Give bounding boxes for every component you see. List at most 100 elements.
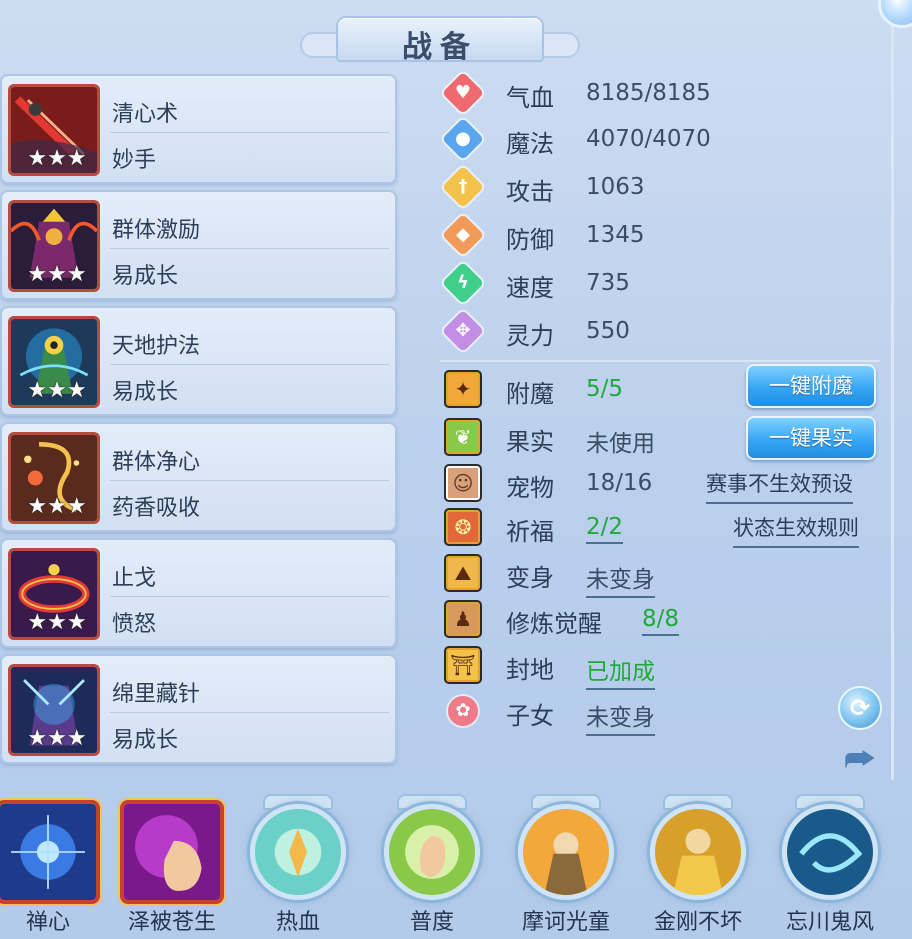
- section-divider: [440, 360, 880, 362]
- cultivation-glyph: ♟: [454, 607, 472, 631]
- star-rating: ★★★: [27, 377, 87, 403]
- stat-label: 祈福: [506, 518, 554, 546]
- stat-value[interactable]: 已加成: [586, 652, 655, 690]
- page-title: 战备: [402, 30, 478, 65]
- skill-card[interactable]: ★★★ 天地护法 易成长: [0, 306, 397, 416]
- stat-value: 1345: [586, 222, 645, 248]
- monk-light-icon: [518, 804, 614, 900]
- star-rating: ★★★: [27, 725, 87, 751]
- bottom-skill-slot[interactable]: [380, 794, 484, 904]
- bottom-skill-slot[interactable]: [778, 794, 882, 904]
- stat-value: 550: [586, 318, 630, 344]
- bottom-skill-slot[interactable]: [646, 794, 750, 904]
- skill-card[interactable]: ★★★ 群体净心 药香吸收: [0, 422, 397, 532]
- sword-glyph: †: [458, 176, 468, 197]
- transform-glyph: ⛰: [454, 561, 472, 585]
- skill-card[interactable]: ★★★ 群体激励 易成长: [0, 190, 397, 300]
- bottom-skill-label: 金刚不坏: [653, 910, 742, 932]
- skill-name: 止戈: [112, 566, 157, 591]
- stat-value: 8185/8185: [586, 80, 711, 106]
- stat-label: 封地: [506, 656, 554, 684]
- extra-row-child[interactable]: ✿ 子女 未变身: [440, 692, 880, 736]
- skill-name: 绵里藏针: [112, 682, 201, 707]
- stat-value: 1063: [586, 174, 645, 200]
- star-rating: ★★★: [27, 261, 87, 287]
- star-rating: ★★★: [27, 609, 87, 635]
- stat-label: 修炼觉醒: [506, 610, 602, 638]
- skill-name: 天地护法: [112, 334, 201, 359]
- skill-trait: 妙手: [112, 148, 157, 173]
- star-rating: ★★★: [27, 145, 87, 171]
- bottom-skill-bar: 禅心 泽被苍生 热血 普度 摩诃光童 金刚不坏 忘川鬼风: [0, 790, 912, 939]
- bottom-skill-label: 摩诃光童: [521, 910, 610, 932]
- heart-glyph: ♥: [454, 82, 472, 103]
- extra-row-cultivation[interactable]: ♟ 修炼觉醒 8/8: [440, 600, 880, 640]
- stat-label: 变身: [506, 564, 554, 592]
- stat-label: 防御: [506, 226, 554, 254]
- tournament-preset-link[interactable]: 赛事不生效预设: [706, 468, 853, 504]
- zen-heart-icon: [0, 800, 100, 904]
- mana-glyph: ●: [455, 128, 471, 149]
- bottom-skill-slot[interactable]: [120, 800, 224, 904]
- panel-edge: [891, 20, 894, 780]
- pet-glyph: ☺: [452, 471, 474, 495]
- close-orb-icon[interactable]: [878, 0, 912, 28]
- bottom-skill-slot[interactable]: [246, 794, 350, 904]
- stat-value[interactable]: 8/8: [642, 606, 680, 636]
- stat-row-hp: ♥ 气血 8185/8185: [440, 71, 880, 115]
- child-glyph: ✿: [455, 700, 471, 721]
- skill-name: 群体激励: [112, 218, 201, 243]
- warrior-skill-icon: ★★★: [8, 200, 100, 292]
- skill-name: 清心术: [112, 102, 179, 127]
- skill-card[interactable]: ★★★ 绵里藏针 易成长: [0, 654, 397, 764]
- stat-label: 速度: [506, 274, 554, 302]
- one-click-fruit-button[interactable]: 一键果实: [746, 416, 876, 460]
- ghost-wind-icon: [782, 804, 878, 900]
- skill-trait: 药香吸收: [112, 496, 201, 521]
- stat-value: 4070/4070: [586, 126, 711, 152]
- stat-label: 宠物: [506, 474, 554, 502]
- extra-row-fief[interactable]: ⛩ 封地 已加成: [440, 646, 880, 690]
- skill-trait: 易成长: [112, 728, 179, 753]
- skill-trait: 愤怒: [112, 612, 157, 637]
- one-click-enchant-button[interactable]: 一键附魔: [746, 364, 876, 408]
- purify-skill-icon: ★★★: [8, 432, 100, 524]
- bottom-skill-label: 忘川鬼风: [785, 910, 874, 932]
- skill-card[interactable]: ★★★ 清心术 妙手: [0, 74, 397, 184]
- spirit-glyph: ✥: [455, 320, 471, 341]
- guardian-skill-icon: ★★★: [8, 316, 100, 408]
- skill-card[interactable]: ★★★ 止戈 愤怒: [0, 538, 397, 648]
- stat-row-defense: ◆ 防御 1345: [440, 213, 880, 257]
- bottom-skill-label: 普度: [409, 910, 454, 932]
- skill-trait: 易成长: [112, 264, 179, 289]
- ring-skill-icon: ★★★: [8, 548, 100, 640]
- divider: [110, 248, 389, 249]
- bottom-skill-slot[interactable]: [514, 794, 618, 904]
- bottom-skill-label: 泽被苍生: [127, 910, 216, 932]
- stat-value[interactable]: 未变身: [586, 698, 655, 736]
- stat-row-attack: † 攻击 1063: [440, 165, 880, 209]
- divider: [110, 364, 389, 365]
- stat-row-speed: ϟ 速度 735: [440, 261, 880, 305]
- stat-value[interactable]: 2/2: [586, 514, 624, 544]
- blessing-glyph: ❂: [454, 515, 472, 539]
- mudra-hand-icon: [384, 804, 480, 900]
- share-icon[interactable]: ⮫: [836, 738, 884, 782]
- extra-row-transform[interactable]: ⛰ 变身 未变身: [440, 554, 880, 598]
- refresh-icon[interactable]: ⟳: [838, 686, 882, 730]
- effect-rules-link[interactable]: 状态生效规则: [733, 512, 859, 548]
- skill-trait: 易成长: [112, 380, 179, 405]
- title-banner: 战备: [300, 10, 580, 65]
- battle-prep-panel: 战备 ★★★ 清心术 妙手 ★★★ 群体激励 易成长 ★★★ 天地护法 易成长 …: [0, 0, 912, 939]
- bottom-skill-label: 热血: [275, 910, 320, 932]
- palm-magic-icon: [120, 800, 224, 904]
- bottom-skill-slot[interactable]: [0, 800, 100, 904]
- stat-value: 735: [586, 270, 630, 296]
- enchant-glyph: ✦: [454, 377, 472, 401]
- stat-row-spirit: ✥ 灵力 550: [440, 309, 880, 353]
- divider: [110, 596, 389, 597]
- fruit-glyph: ❦: [454, 425, 472, 449]
- star-rating: ★★★: [27, 493, 87, 519]
- stat-value[interactable]: 未变身: [586, 560, 655, 598]
- stat-row-mana: ● 魔法 4070/4070: [440, 117, 880, 161]
